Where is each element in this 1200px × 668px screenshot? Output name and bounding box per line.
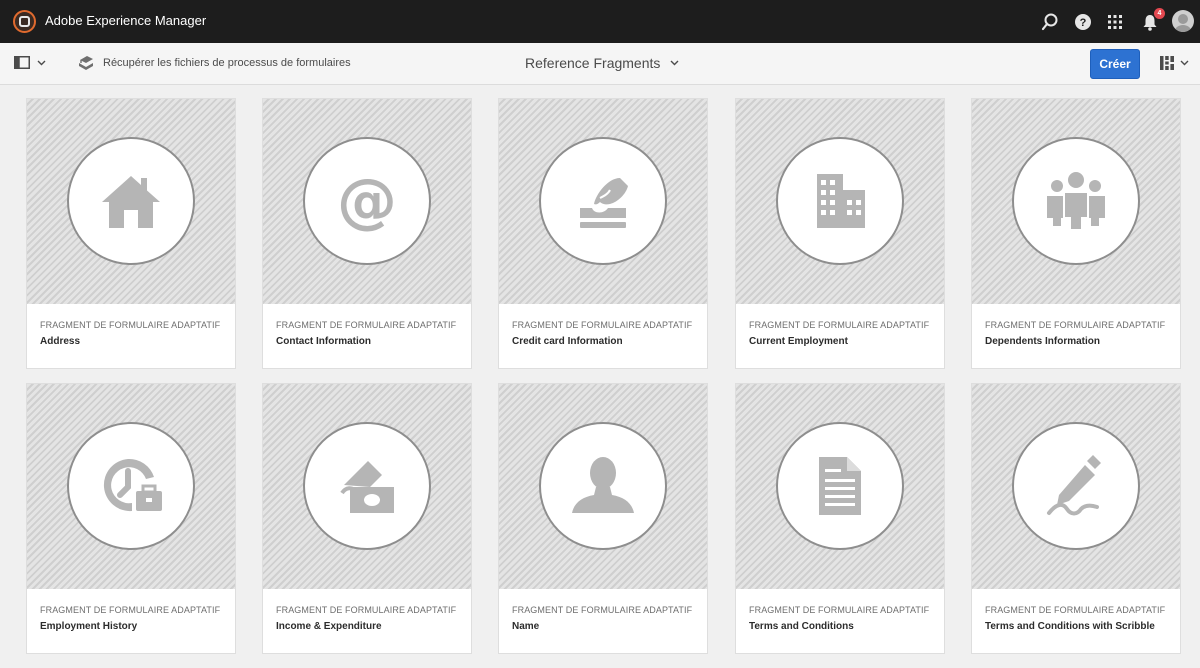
card-view-icon (1160, 56, 1174, 70)
card-title: Terms and Conditions (749, 621, 854, 632)
card-icon-circle (776, 137, 904, 265)
card-title: Terms and Conditions with Scribble (985, 621, 1155, 632)
notification-badge: 4 (1154, 8, 1165, 19)
page-title: Reference Fragments (525, 55, 661, 71)
clock-briefcase-icon (103, 458, 162, 512)
fragment-card-income-expenditure[interactable]: FRAGMENT DE FORMULAIRE ADAPTATIF Income … (262, 383, 472, 654)
card-thumbnail (27, 99, 235, 304)
apps-grid-icon[interactable] (1104, 11, 1126, 33)
card-icon-circle (539, 422, 667, 550)
retrieve-process-files-button[interactable]: Récupérer les fichiers de processus de f… (78, 54, 351, 71)
document-icon (819, 457, 861, 515)
pen-scribble-icon (1047, 455, 1101, 516)
retrieve-files-icon (79, 56, 93, 70)
card-title: Credit card Information (512, 336, 623, 347)
card-type: FRAGMENT DE FORMULAIRE ADAPTATIF (985, 605, 1166, 615)
fragment-card-current-employment[interactable]: FRAGMENT DE FORMULAIRE ADAPTATIF Current… (735, 98, 945, 369)
house-icon (102, 176, 160, 228)
fragment-card-employment-history[interactable]: FRAGMENT DE FORMULAIRE ADAPTATIF Employm… (26, 383, 236, 654)
card-title: Contact Information (276, 336, 371, 347)
svg-text:@: @ (337, 166, 397, 236)
card-thumbnail (736, 384, 944, 589)
at-sign-icon: @ (337, 166, 397, 236)
card-thumbnail: @ (263, 99, 471, 304)
adobe-logo-icon[interactable] (13, 10, 36, 33)
card-type: FRAGMENT DE FORMULAIRE ADAPTATIF (276, 320, 457, 330)
card-title: Dependents Information (985, 336, 1101, 347)
fragment-card-grid: FRAGMENT DE FORMULAIRE ADAPTATIF Address… (0, 86, 1200, 668)
card-icon-circle (1012, 137, 1140, 265)
rail-toggle-button[interactable] (14, 56, 46, 69)
fragment-card-name[interactable]: FRAGMENT DE FORMULAIRE ADAPTATIF Name (498, 383, 708, 654)
card-title: Address (40, 336, 81, 347)
fragment-card-contact-information[interactable]: @ FRAGMENT DE FORMULAIRE ADAPTATIF Conta… (262, 98, 472, 369)
card-type: FRAGMENT DE FORMULAIRE ADAPTATIF (276, 605, 457, 615)
search-icon[interactable] (1039, 11, 1061, 33)
card-type: FRAGMENT DE FORMULAIRE ADAPTATIF (512, 605, 693, 615)
card-type: FRAGMENT DE FORMULAIRE ADAPTATIF (40, 605, 221, 615)
svg-text:?: ? (1080, 17, 1087, 29)
card-type: FRAGMENT DE FORMULAIRE ADAPTATIF (749, 320, 930, 330)
building-icon (817, 174, 865, 228)
page-title-dropdown[interactable]: Reference Fragments (525, 55, 679, 71)
money-icon (340, 461, 394, 513)
card-icon-circle (67, 137, 195, 265)
chevron-down-icon (37, 60, 46, 65)
user-avatar[interactable] (1172, 10, 1194, 32)
fragment-card-address[interactable]: FRAGMENT DE FORMULAIRE ADAPTATIF Address (26, 98, 236, 369)
card-thumbnail (736, 99, 944, 304)
fragment-card-terms-and-conditions-with-scribble[interactable]: FRAGMENT DE FORMULAIRE ADAPTATIF Terms a… (971, 383, 1181, 654)
card-title: Income & Expenditure (276, 621, 382, 632)
card-type: FRAGMENT DE FORMULAIRE ADAPTATIF (985, 320, 1166, 330)
create-button[interactable]: Créer (1090, 49, 1140, 79)
card-title: Current Employment (749, 336, 848, 347)
people-group-icon (1047, 172, 1105, 231)
help-icon[interactable]: ? (1072, 11, 1094, 33)
card-thumbnail (27, 384, 235, 589)
chevron-down-icon (1180, 60, 1189, 66)
chevron-down-icon (670, 60, 679, 66)
fragment-card-dependents-information[interactable]: FRAGMENT DE FORMULAIRE ADAPTATIF Depende… (971, 98, 1181, 369)
fragment-card-terms-and-conditions[interactable]: FRAGMENT DE FORMULAIRE ADAPTATIF Terms a… (735, 383, 945, 654)
card-icon-circle (1012, 422, 1140, 550)
card-thumbnail (499, 384, 707, 589)
view-switcher-button[interactable] (1160, 56, 1189, 70)
card-icon-circle (303, 422, 431, 550)
action-bar: Récupérer les fichiers de processus de f… (0, 43, 1200, 85)
card-title: Employment History (40, 621, 138, 632)
side-panel-icon (14, 56, 30, 69)
app-name[interactable]: Adobe Experience Manager (45, 13, 206, 28)
card-thumbnail (972, 384, 1180, 589)
person-icon (572, 457, 634, 513)
card-thumbnail (972, 99, 1180, 304)
card-title: Name (512, 621, 540, 632)
card-type: FRAGMENT DE FORMULAIRE ADAPTATIF (40, 320, 221, 330)
notifications-button[interactable]: 4 (1139, 8, 1165, 33)
card-type: FRAGMENT DE FORMULAIRE ADAPTATIF (512, 320, 693, 330)
card-icon-circle (776, 422, 904, 550)
credit-card-icon (580, 178, 628, 228)
fragment-card-credit-card-information[interactable]: FRAGMENT DE FORMULAIRE ADAPTATIF Credit … (498, 98, 708, 369)
card-type: FRAGMENT DE FORMULAIRE ADAPTATIF (749, 605, 930, 615)
shell-bar: Adobe Experience Manager ? 4 (0, 0, 1200, 43)
retrieve-process-files-label: Récupérer les fichiers de processus de f… (103, 56, 351, 69)
card-thumbnail (263, 384, 471, 589)
card-icon-circle (539, 137, 667, 265)
card-icon-circle: @ (303, 137, 431, 265)
card-icon-circle (67, 422, 195, 550)
card-thumbnail (499, 99, 707, 304)
